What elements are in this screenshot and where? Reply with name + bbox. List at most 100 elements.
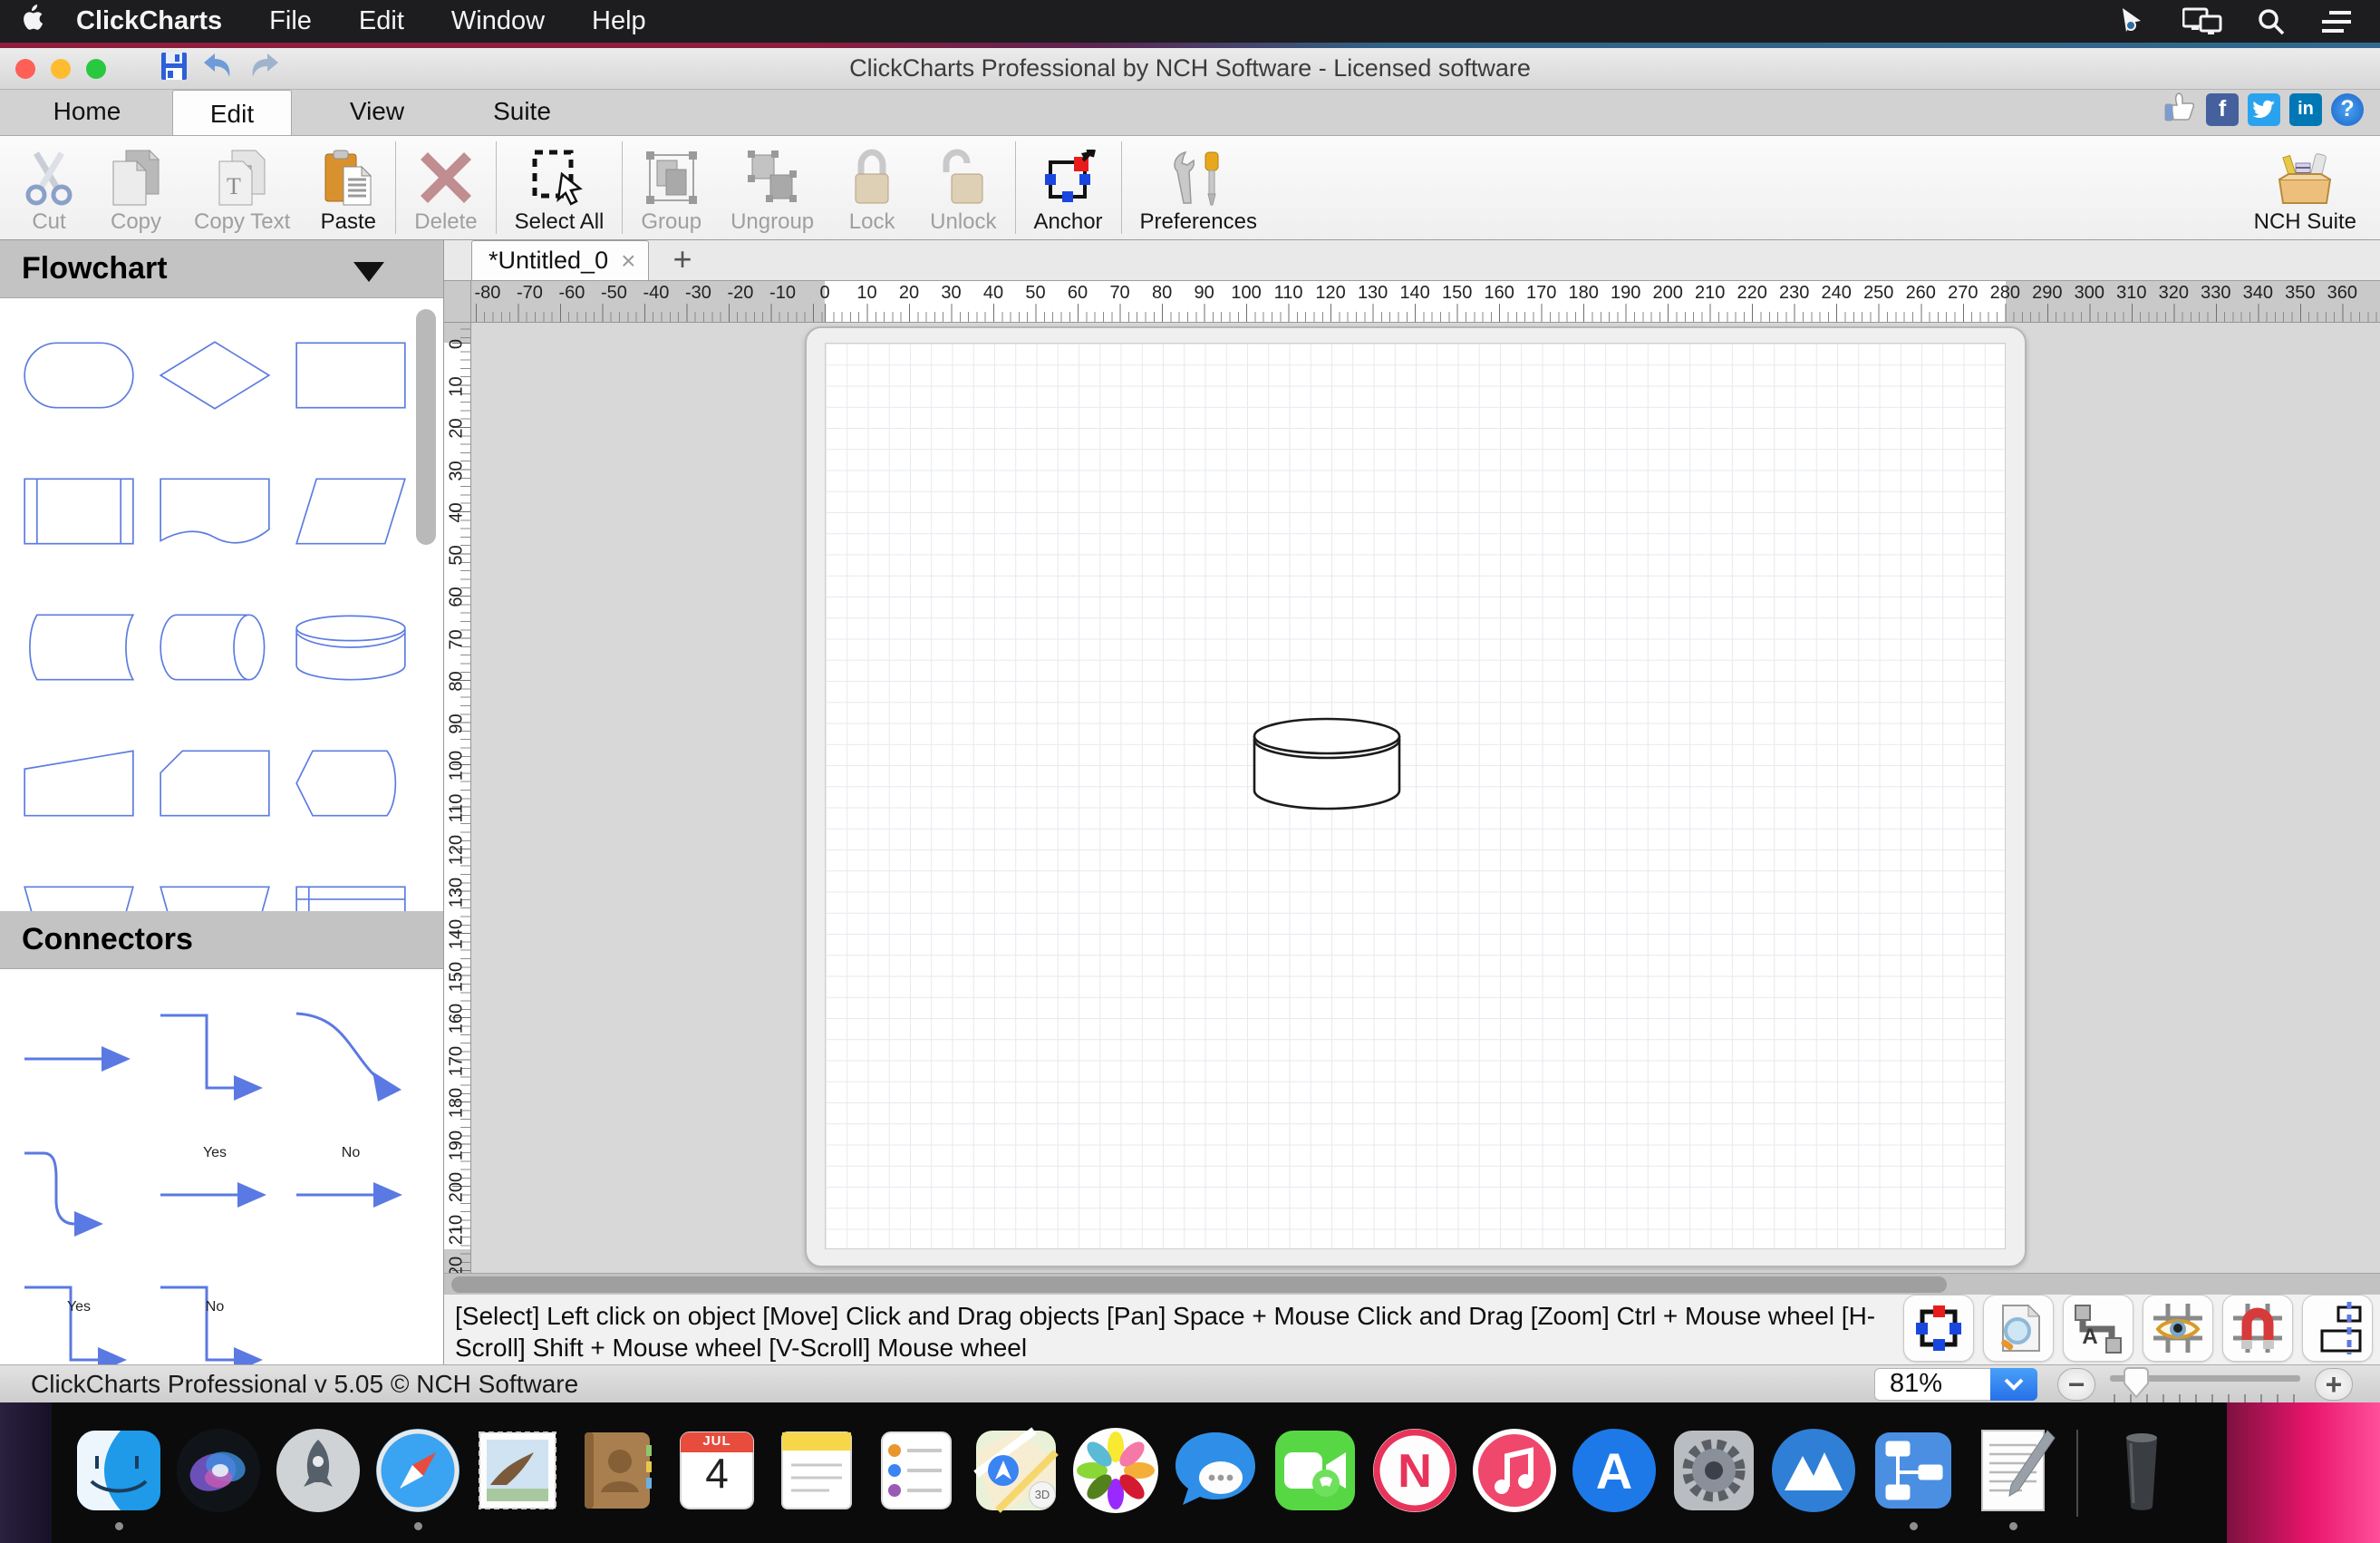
dock-mountain-app-icon[interactable] — [1768, 1425, 1859, 1516]
connectors-section-header[interactable]: Connectors — [0, 911, 443, 969]
dock-contacts-icon[interactable] — [572, 1425, 663, 1516]
close-tab-icon[interactable]: × — [621, 247, 635, 276]
delete-button[interactable]: Delete — [400, 136, 491, 239]
zoom-dropdown-button[interactable] — [1990, 1368, 2037, 1401]
shape-decision[interactable] — [147, 307, 283, 443]
show-grid-button[interactable] — [2143, 1295, 2213, 1362]
connector-s-elbow-arrow[interactable] — [11, 1125, 147, 1261]
shape-manual-input[interactable] — [11, 715, 147, 851]
linkedin-icon[interactable]: in — [2289, 93, 2322, 126]
flowchart-section-header[interactable]: Flowchart — [0, 240, 443, 298]
lock-button[interactable]: Lock — [828, 136, 915, 239]
displays-icon[interactable] — [2182, 7, 2222, 36]
menu-help[interactable]: Help — [568, 6, 670, 36]
ungroup-button[interactable]: Ungroup — [716, 136, 828, 239]
cut-button[interactable]: Cut — [5, 136, 92, 239]
dock-safari-icon[interactable] — [372, 1425, 463, 1516]
document-tab[interactable]: *Untitled_0 × — [471, 240, 649, 280]
zoom-slider-thumb[interactable] — [2123, 1366, 2150, 1403]
dock-system-preferences-icon[interactable] — [1669, 1425, 1759, 1516]
shape-predefined-process[interactable] — [11, 443, 147, 579]
connector-straight-arrow[interactable] — [11, 989, 147, 1125]
connector-curved-arrow[interactable] — [283, 989, 419, 1125]
dock-mail-icon[interactable] — [472, 1425, 563, 1516]
dock-facetime-icon[interactable] — [1270, 1425, 1360, 1516]
menu-window[interactable]: Window — [428, 6, 568, 36]
shape-process[interactable] — [283, 307, 419, 443]
select-all-button[interactable]: Select All — [500, 136, 619, 239]
anchor-button[interactable]: Anchor — [1020, 136, 1117, 239]
dock-notes-icon[interactable] — [771, 1425, 862, 1516]
horizontal-scrollbar[interactable] — [444, 1273, 2380, 1295]
horizontal-scrollbar-thumb[interactable] — [451, 1276, 1947, 1293]
document-page[interactable] — [825, 343, 2006, 1249]
new-tab-button[interactable]: + — [672, 240, 692, 280]
dock-maps-icon[interactable]: 3D — [971, 1425, 1061, 1516]
zoom-value-box[interactable]: 81% — [1874, 1368, 1990, 1401]
menu-edit[interactable]: Edit — [335, 6, 428, 36]
dock-reminders-icon[interactable] — [871, 1425, 962, 1516]
shape-data[interactable] — [283, 443, 419, 579]
shape-document[interactable] — [147, 443, 283, 579]
dock-music-icon[interactable] — [1469, 1425, 1560, 1516]
preferences-button[interactable]: Preferences — [1126, 136, 1272, 239]
shape-internal-storage[interactable] — [283, 851, 419, 911]
dock-siri-icon[interactable] — [173, 1425, 264, 1516]
menu-file[interactable]: File — [246, 6, 335, 36]
shape-display[interactable] — [283, 715, 419, 851]
connector-elbow-arrow[interactable] — [147, 989, 283, 1125]
pointer-icon[interactable] — [2117, 6, 2148, 37]
shape-database[interactable] — [283, 579, 419, 715]
tab-home[interactable]: Home — [27, 89, 147, 135]
tab-suite[interactable]: Suite — [462, 89, 582, 135]
menu-app-name[interactable]: ClickCharts — [63, 6, 246, 36]
shape-terminator[interactable] — [11, 307, 147, 443]
database-shape[interactable] — [1251, 714, 1403, 819]
connector-straight-arrow-yes[interactable]: Yes — [147, 1125, 283, 1261]
connector-label-button[interactable]: A — [2063, 1295, 2133, 1362]
zoom-document-button[interactable] — [1983, 1295, 2054, 1362]
help-icon[interactable]: ? — [2331, 93, 2364, 126]
shape-direct-access-storage[interactable] — [147, 579, 283, 715]
apple-icon[interactable] — [0, 5, 63, 39]
paste-button[interactable]: Paste — [305, 136, 392, 239]
zoom-slider[interactable] — [2110, 1366, 2300, 1402]
dock-textedit-icon[interactable] — [1968, 1425, 2058, 1516]
shape-card[interactable] — [147, 715, 283, 851]
nch-suite-button[interactable]: NCH Suite — [2240, 136, 2371, 239]
zoom-in-button[interactable]: + — [2315, 1368, 2353, 1401]
like-icon[interactable] — [2162, 91, 2197, 128]
dock-news-icon[interactable]: N — [1369, 1425, 1460, 1516]
sidebar-scrollbar-thumb[interactable] — [416, 309, 436, 545]
copy-button[interactable]: Copy — [92, 136, 179, 239]
connector-elbow-arrow-no[interactable]: No — [147, 1261, 283, 1364]
align-objects-button[interactable] — [2302, 1295, 2373, 1362]
dock-appstore-icon[interactable]: A — [1569, 1425, 1659, 1516]
dock-calendar-icon[interactable]: JUL4 — [672, 1425, 762, 1516]
tab-edit[interactable]: Edit — [172, 90, 292, 135]
drawing-canvas[interactable] — [471, 323, 2380, 1273]
zoom-out-button[interactable]: − — [2057, 1368, 2095, 1401]
group-button[interactable]: Group — [626, 136, 716, 239]
spotlight-icon[interactable] — [2257, 7, 2286, 36]
copy-text-button[interactable]: TT Copy Text — [179, 136, 305, 239]
dock-clickcharts-icon[interactable] — [1868, 1425, 1959, 1516]
dock-photos-icon[interactable] — [1070, 1425, 1161, 1516]
connector-straight-arrow-no[interactable]: No — [283, 1125, 419, 1261]
facebook-icon[interactable]: f — [2206, 93, 2239, 126]
anchor-handles-button[interactable] — [1903, 1295, 1974, 1362]
dock-launchpad-icon[interactable] — [273, 1425, 363, 1516]
shape-manual-operation[interactable] — [11, 851, 147, 911]
dock-trash-icon[interactable] — [2096, 1425, 2187, 1516]
connector-elbow-arrow-yes[interactable]: Yes — [11, 1261, 147, 1364]
collapse-triangle-icon[interactable] — [353, 262, 384, 282]
shape-preparation[interactable] — [147, 851, 283, 911]
tab-view[interactable]: View — [317, 89, 437, 135]
dock-messages-icon[interactable] — [1170, 1425, 1261, 1516]
snap-to-grid-button[interactable] — [2222, 1295, 2293, 1362]
twitter-icon[interactable] — [2248, 93, 2280, 126]
shape-stored-data[interactable] — [11, 579, 147, 715]
dock-finder-icon[interactable] — [73, 1425, 164, 1516]
list-icon[interactable] — [2320, 8, 2353, 35]
unlock-button[interactable]: Unlock — [915, 136, 1011, 239]
